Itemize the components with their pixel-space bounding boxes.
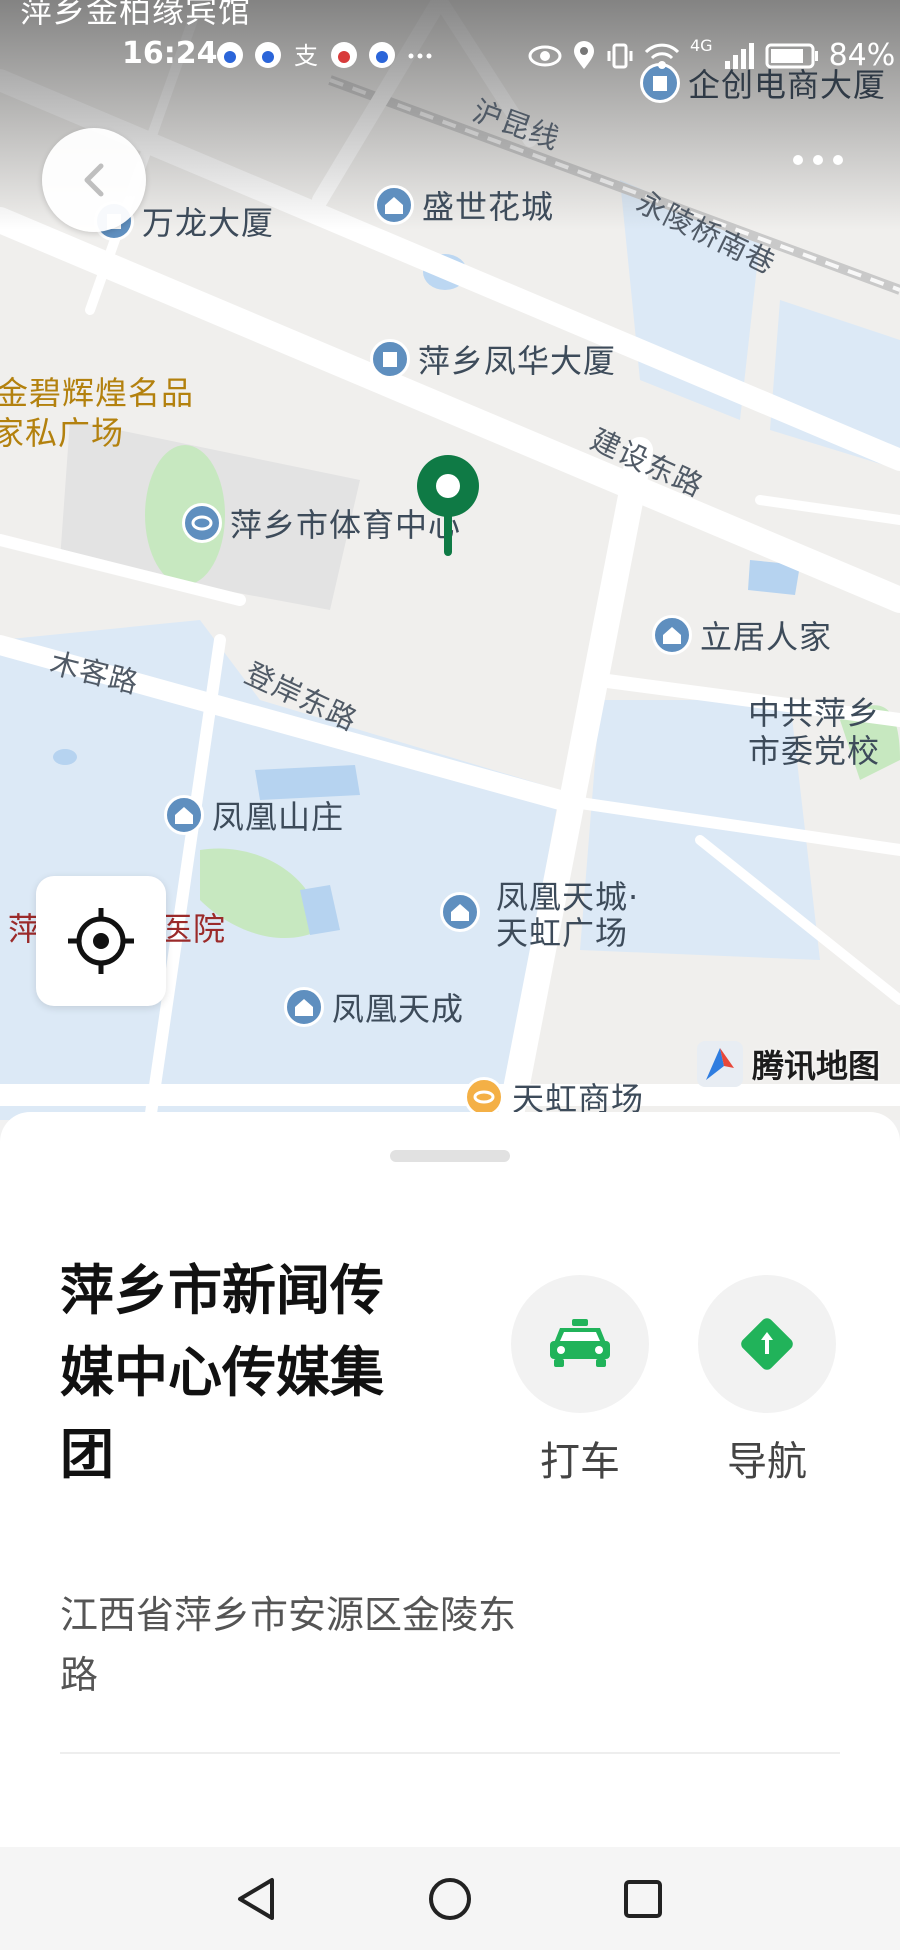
home-icon xyxy=(164,795,204,835)
svg-text:支: 支 xyxy=(294,42,318,70)
home-icon xyxy=(374,185,414,225)
location-icon xyxy=(574,40,594,69)
place-address: 江西省萍乡市安源区金陵东路 xyxy=(60,1593,517,1697)
tencent-map-logo-icon xyxy=(696,1041,743,1087)
status-bar: 16:24 支 4G 84% xyxy=(0,0,900,110)
baidu-paw-icon xyxy=(255,42,281,68)
navigation-button-label: 导航 xyxy=(727,1439,807,1485)
notification-icons: 支 xyxy=(215,40,435,70)
dot-icon xyxy=(793,155,803,165)
poi-tiancheng[interactable] xyxy=(440,892,480,932)
map-label-jinbi-2: 家私广场 xyxy=(0,414,125,452)
stadium-icon xyxy=(182,503,222,543)
home-icon xyxy=(652,615,692,655)
crosshair-icon xyxy=(68,908,134,974)
sheet-drag-handle[interactable] xyxy=(390,1150,510,1162)
map-label-hospital-right: 医院 xyxy=(160,910,227,948)
poi-label: 萍乡凤华大厦 xyxy=(418,342,617,380)
vibrate-icon xyxy=(607,43,633,68)
navigation-button[interactable]: 导航 xyxy=(697,1275,837,1487)
dot-icon xyxy=(833,155,843,165)
system-icons: 4G 84% xyxy=(528,36,896,73)
poi-fenghua[interactable]: 萍乡凤华大厦 xyxy=(370,336,616,382)
poi-liju[interactable]: 立居人家 xyxy=(652,612,832,658)
poi-fenghuang-tiancheng[interactable]: 凤凰天成 xyxy=(284,984,464,1030)
back-triangle-icon[interactable] xyxy=(234,1876,280,1922)
status-time: 16:24 xyxy=(122,36,218,71)
brand-label: 腾讯地图 xyxy=(751,1047,880,1085)
poi-label: 凤凰山庄 xyxy=(212,798,345,836)
shopping-icon xyxy=(464,1077,504,1117)
divider xyxy=(60,1752,840,1754)
system-nav-bar xyxy=(0,1847,900,1950)
baidu-paw-icon xyxy=(369,42,395,68)
taxi-button-circle[interactable] xyxy=(511,1275,649,1413)
battery-icon xyxy=(765,43,818,68)
poi-shengshi[interactable]: 盛世花城 xyxy=(374,182,554,228)
wifi-icon xyxy=(644,43,680,69)
navigation-icon xyxy=(741,1318,793,1370)
poi-label: 万龙大厦 xyxy=(142,204,275,242)
poi-fenghuang-shanzhuang[interactable]: 凤凰山庄 xyxy=(164,792,344,838)
network-type: 4G xyxy=(690,36,713,55)
map-label-tiancheng-2: 天虹广场 xyxy=(496,914,629,952)
poi-label: 立居人家 xyxy=(700,618,833,656)
place-name: 萍乡市新闻传媒中心传媒集团 xyxy=(60,1259,384,1486)
baidu-paw-icon xyxy=(331,42,357,68)
building-icon xyxy=(370,339,410,379)
home-icon xyxy=(440,892,480,932)
dot-icon xyxy=(813,155,823,165)
battery-level: 84% xyxy=(828,38,896,73)
taxi-icon xyxy=(550,1319,610,1367)
location-marker-icon xyxy=(417,455,479,556)
back-button[interactable] xyxy=(42,128,146,232)
navigation-button-circle[interactable] xyxy=(698,1275,836,1413)
locate-me-button[interactable] xyxy=(36,876,166,1006)
map-label-dangxiao-2: 市委党校 xyxy=(748,732,881,770)
chevron-left-icon xyxy=(84,163,104,197)
poi-label: 盛世花城 xyxy=(422,188,555,226)
home-icon xyxy=(284,987,324,1027)
more-notifications-icon xyxy=(408,53,432,59)
poi-label: 凤凰天成 xyxy=(332,990,465,1028)
signal-icon xyxy=(724,42,754,69)
recent-apps-icon[interactable] xyxy=(620,1876,666,1922)
baidu-paw-icon xyxy=(217,42,243,68)
eye-icon xyxy=(528,45,562,66)
taxi-button-label: 打车 xyxy=(540,1439,620,1485)
taxi-button[interactable]: 打车 xyxy=(510,1275,650,1487)
alipay-icon: 支 xyxy=(294,42,318,70)
home-circle-icon[interactable] xyxy=(427,1876,473,1922)
map-brand: 腾讯地图 xyxy=(696,1040,880,1088)
more-options-button[interactable] xyxy=(778,140,858,180)
